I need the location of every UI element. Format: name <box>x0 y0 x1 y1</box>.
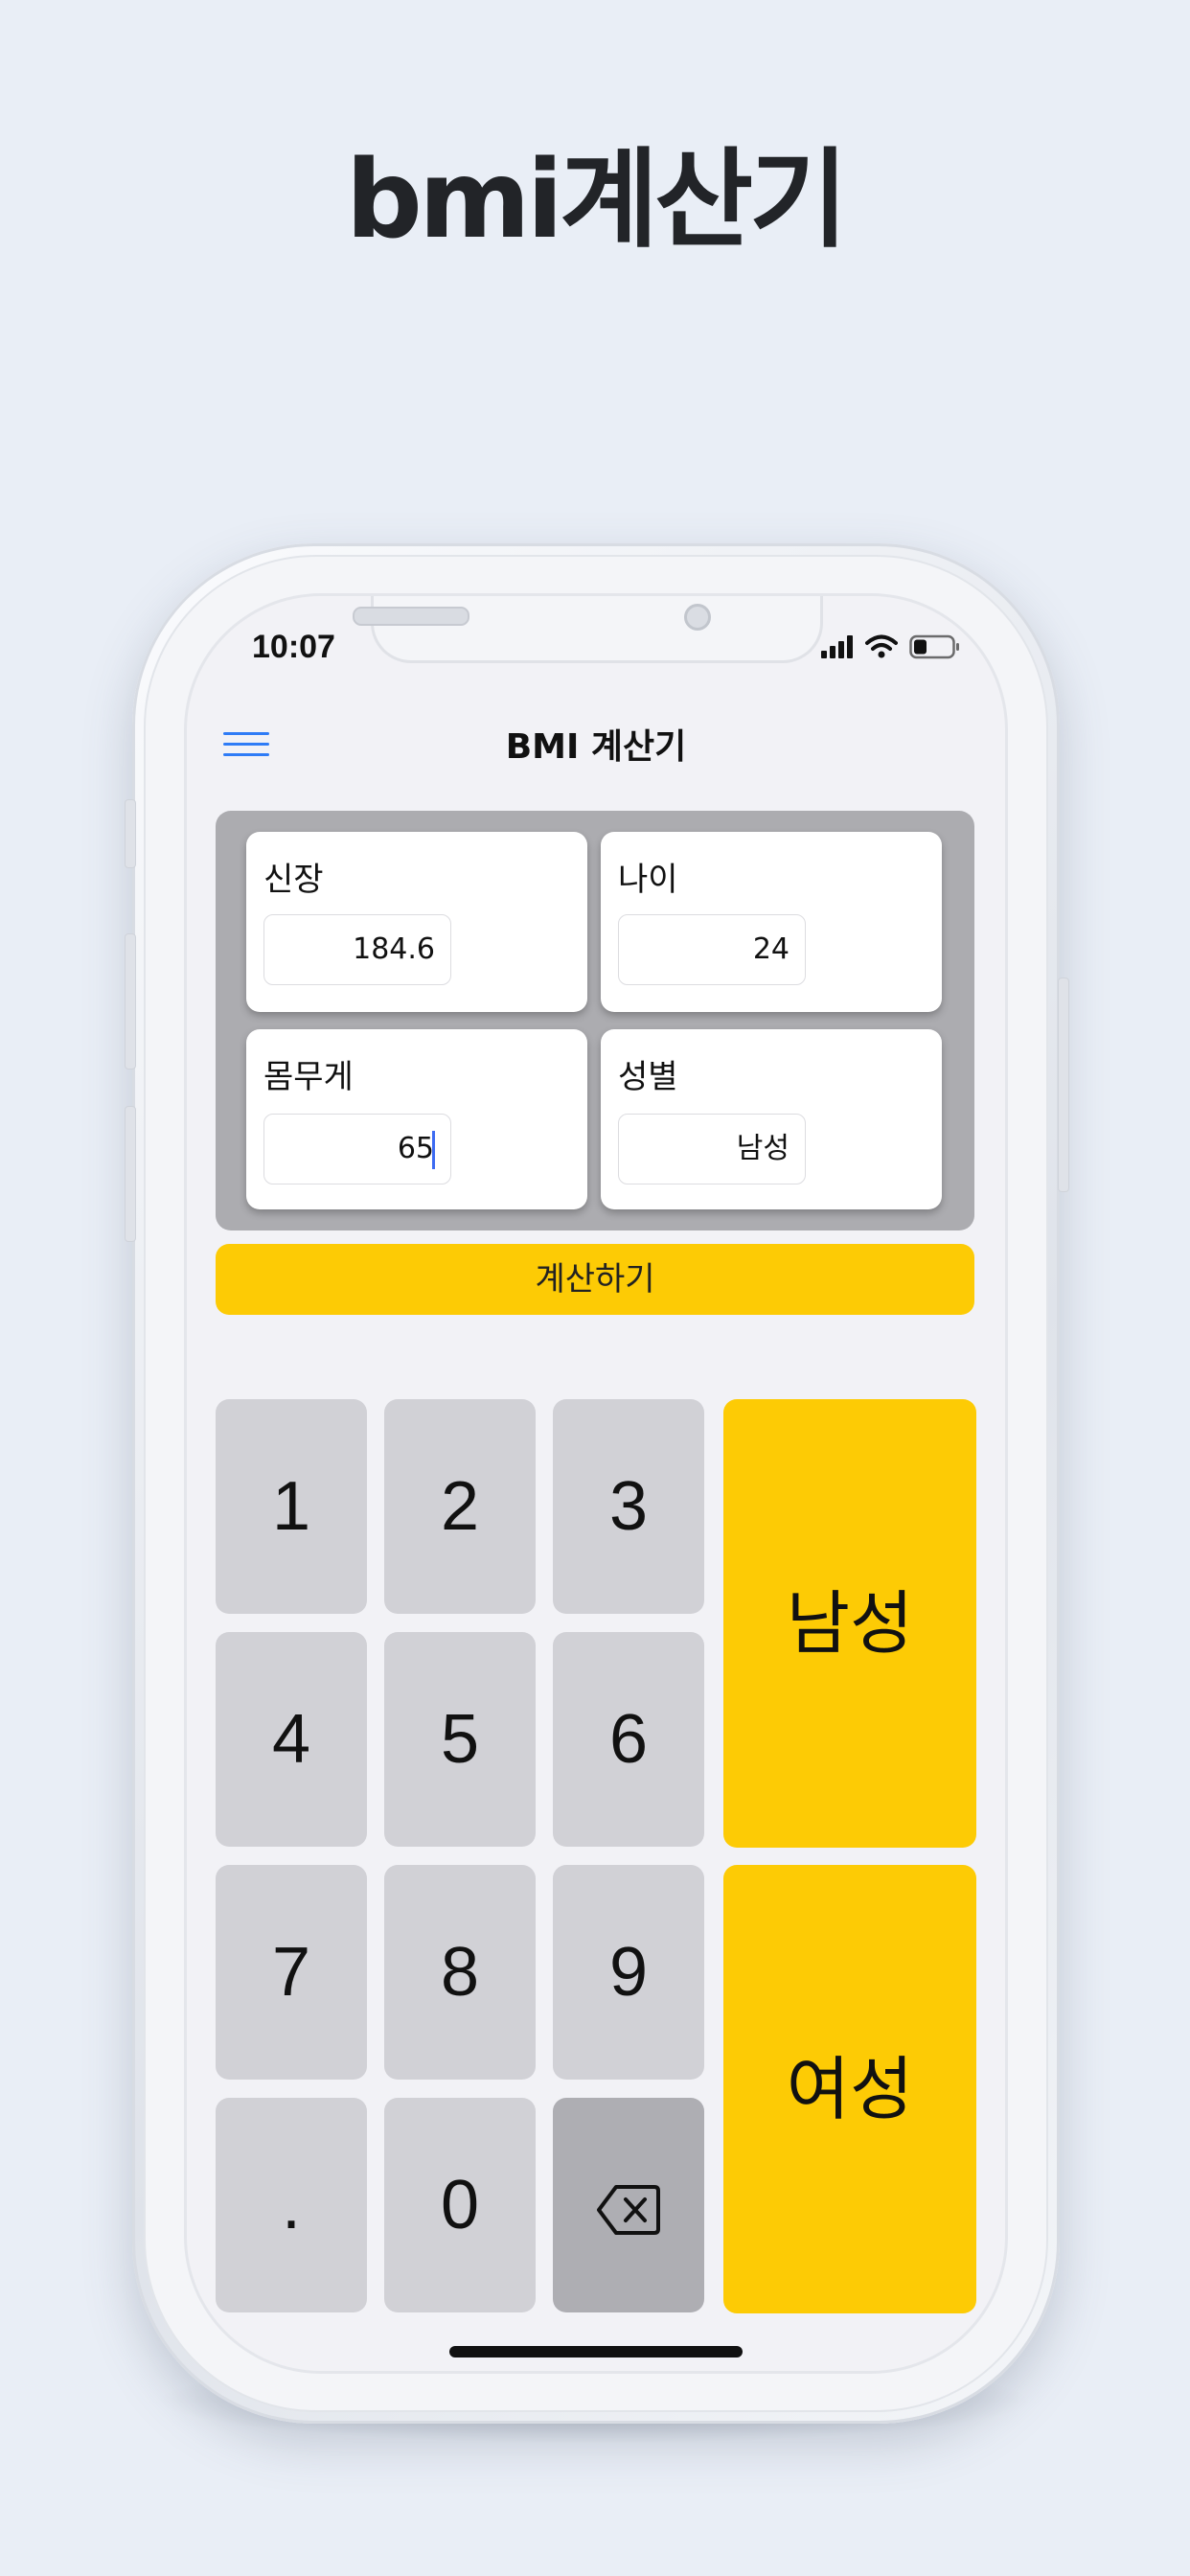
app-screen: 10:07 BMI 계산기 신장 184.6 나이 24 몸무게 65 성별 남… <box>187 596 1005 2371</box>
key-3[interactable]: 3 <box>553 1399 704 1614</box>
key-4[interactable]: 4 <box>216 1632 367 1847</box>
key-6[interactable]: 6 <box>553 1632 704 1847</box>
status-icons <box>821 634 961 659</box>
male-button[interactable]: 남성 <box>723 1399 976 1848</box>
age-label: 나이 <box>618 861 678 899</box>
key-0[interactable]: 0 <box>384 2098 536 2312</box>
volume-down-button <box>125 1106 136 1242</box>
nav-title: BMI 계산기 <box>505 727 687 767</box>
home-indicator[interactable] <box>449 2346 743 2358</box>
calculate-button[interactable]: 계산하기 <box>216 1244 974 1315</box>
input-form-panel: 신장 184.6 나이 24 몸무게 65 성별 남성 <box>216 811 974 1230</box>
signal-icon <box>821 635 853 658</box>
height-input[interactable]: 184.6 <box>263 914 451 985</box>
key-1[interactable]: 1 <box>216 1399 367 1614</box>
silent-switch <box>125 799 136 868</box>
power-button <box>1058 978 1069 1192</box>
female-button[interactable]: 여성 <box>723 1865 976 2313</box>
wifi-icon <box>865 634 898 658</box>
weight-label: 몸무게 <box>263 1058 354 1096</box>
key-9[interactable]: 9 <box>553 1865 704 2080</box>
gender-card: 성별 남성 <box>601 1029 942 1209</box>
age-card: 나이 24 <box>601 832 942 1012</box>
key-2[interactable]: 2 <box>384 1399 536 1614</box>
text-caret <box>432 1130 435 1169</box>
weight-card: 몸무게 65 <box>246 1029 587 1209</box>
headline: bmi계산기 <box>345 138 848 263</box>
height-card: 신장 184.6 <box>246 832 587 1012</box>
key-dot[interactable]: . <box>216 2098 367 2312</box>
weight-value: 65 <box>397 1132 434 1165</box>
earpiece-speaker <box>353 607 469 626</box>
front-camera <box>684 604 711 631</box>
age-input[interactable]: 24 <box>618 914 806 985</box>
backspace-key[interactable] <box>553 2098 704 2312</box>
volume-up-button <box>125 933 136 1070</box>
backspace-icon <box>597 2184 660 2235</box>
key-7[interactable]: 7 <box>216 1865 367 2080</box>
weight-input[interactable]: 65 <box>263 1114 451 1184</box>
gender-label: 성별 <box>618 1058 678 1096</box>
height-label: 신장 <box>263 861 324 899</box>
key-5[interactable]: 5 <box>384 1632 536 1847</box>
key-8[interactable]: 8 <box>384 1865 536 2080</box>
gender-input[interactable]: 남성 <box>618 1114 806 1184</box>
battery-icon <box>909 634 959 659</box>
status-time: 10:07 <box>252 629 335 665</box>
